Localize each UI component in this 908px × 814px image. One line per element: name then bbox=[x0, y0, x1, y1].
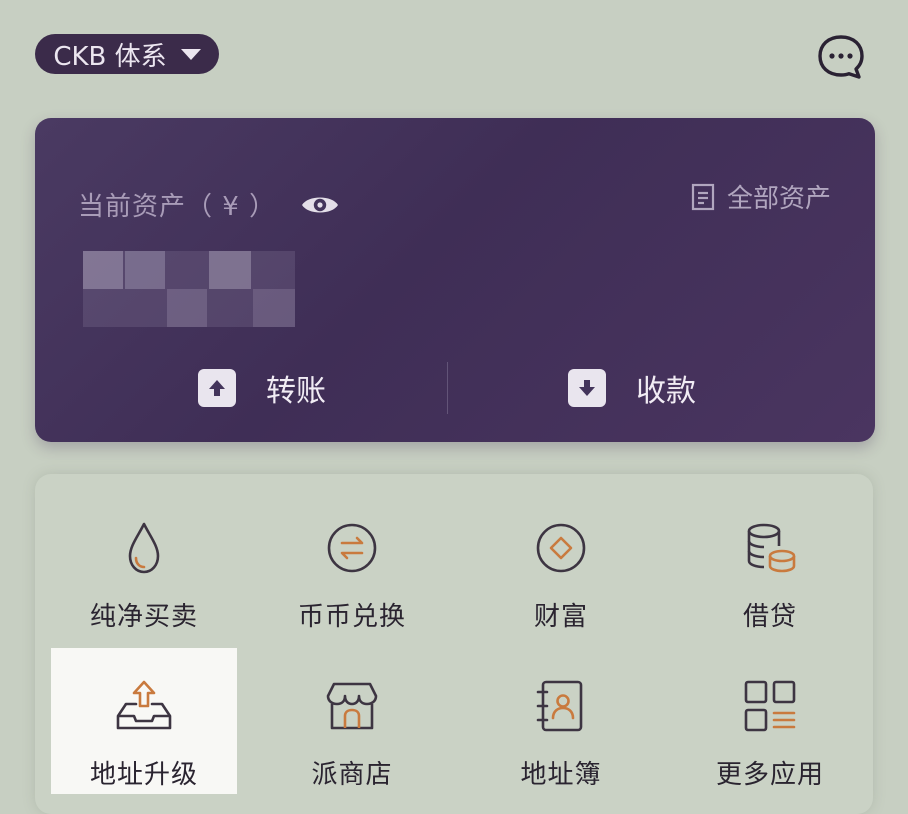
diamond-icon bbox=[536, 523, 586, 573]
asset-actions: 转账 收款 bbox=[35, 348, 875, 428]
list-doc-icon bbox=[691, 183, 715, 210]
feature-loan[interactable]: 借贷 bbox=[677, 490, 863, 636]
feature-label: 借贷 bbox=[742, 602, 797, 632]
current-assets-label: 当前资产（ ¥ ） bbox=[78, 192, 277, 222]
feature-label: 财富 bbox=[533, 602, 588, 632]
feature-label: 纯净买卖 bbox=[89, 602, 198, 632]
action-divider bbox=[447, 362, 448, 414]
feature-wealth[interactable]: 财富 bbox=[468, 490, 654, 636]
all-assets-link[interactable]: 全部资产 bbox=[691, 178, 831, 215]
chain-selector-label: CKB 体系 bbox=[53, 41, 167, 72]
top-bar: CKB 体系 bbox=[0, 0, 908, 110]
arrow-down-icon bbox=[568, 369, 606, 407]
receive-label: 收款 bbox=[636, 374, 696, 409]
feature-label: 地址簿 bbox=[520, 760, 602, 790]
current-assets-row: 当前资产（ ¥ ） bbox=[78, 186, 340, 223]
chain-selector[interactable]: CKB 体系 bbox=[35, 34, 219, 74]
store-icon bbox=[326, 682, 378, 730]
eye-icon[interactable] bbox=[300, 192, 340, 218]
feature-label: 币币兑换 bbox=[297, 602, 406, 632]
chat-bubble-icon[interactable] bbox=[816, 34, 866, 80]
feature-pai-store[interactable]: 派商店 bbox=[259, 648, 445, 794]
feature-grid: 纯净买卖 币币兑换 财富 借贷 地址升级 派商店 地址簿 更多应用 bbox=[35, 474, 873, 814]
feature-label: 派商店 bbox=[311, 760, 393, 790]
feature-address-book[interactable]: 地址簿 bbox=[468, 648, 654, 794]
all-assets-label: 全部资产 bbox=[726, 184, 831, 214]
balance-mask bbox=[83, 251, 295, 327]
drop-icon bbox=[128, 522, 160, 574]
receive-button[interactable]: 收款 bbox=[568, 348, 696, 428]
feature-label: 地址升级 bbox=[89, 760, 198, 790]
asset-card: 当前资产（ ¥ ） 全部资产 转账 收款 bbox=[35, 118, 875, 442]
feature-more-apps[interactable]: 更多应用 bbox=[677, 648, 863, 794]
feature-label: 更多应用 bbox=[715, 760, 824, 790]
feature-pure-trade[interactable]: 纯净买卖 bbox=[51, 490, 237, 636]
swap-icon bbox=[327, 523, 377, 573]
feature-coin-swap[interactable]: 币币兑换 bbox=[259, 490, 445, 636]
arrow-up-icon bbox=[198, 369, 236, 407]
address-book-icon bbox=[536, 680, 583, 732]
transfer-button[interactable]: 转账 bbox=[198, 348, 326, 428]
caret-down-icon bbox=[180, 48, 201, 60]
transfer-label: 转账 bbox=[266, 374, 326, 409]
feature-address-upgrade[interactable]: 地址升级 bbox=[51, 648, 237, 794]
coins-icon bbox=[747, 523, 796, 573]
upload-tray-icon bbox=[116, 680, 172, 730]
more-apps-icon bbox=[744, 680, 796, 732]
